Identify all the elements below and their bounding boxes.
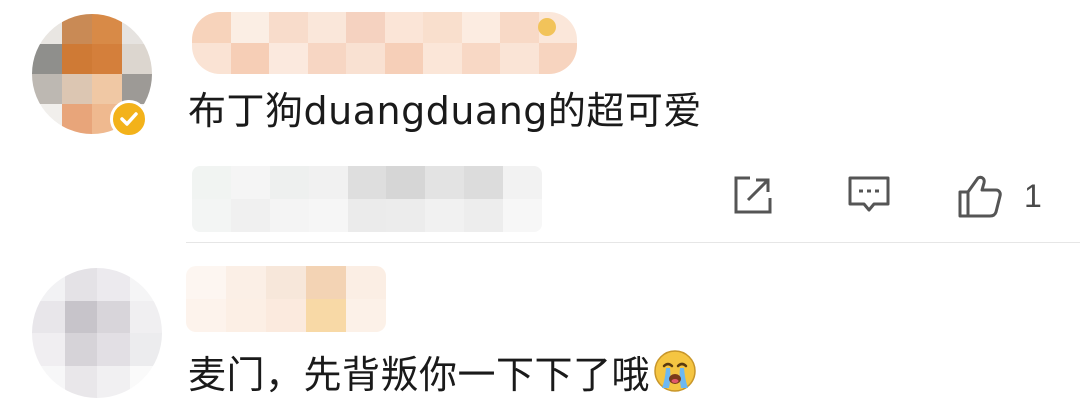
- avatar[interactable]: [32, 268, 162, 398]
- reply-icon: [848, 176, 890, 212]
- user-level-badge-icon: [538, 18, 556, 36]
- username[interactable]: [192, 12, 577, 74]
- thumbs-up-icon: [958, 175, 1002, 218]
- share-icon: [734, 176, 772, 214]
- reply-button[interactable]: [846, 172, 892, 218]
- comment-text-body: 麦门，先背叛你一下下了哦: [188, 353, 651, 397]
- username[interactable]: [186, 266, 386, 332]
- crying-face-emoji-icon: [652, 348, 698, 400]
- comment-text: 麦门，先背叛你一下下了哦: [188, 348, 698, 400]
- like-count: 1: [1024, 177, 1042, 214]
- comment-meta: [192, 166, 542, 232]
- verified-badge-icon: [110, 100, 148, 138]
- share-button[interactable]: [730, 172, 776, 218]
- divider: [186, 242, 1080, 243]
- comment-text: 布丁狗duangduang的超可爱: [188, 89, 702, 133]
- like-button[interactable]: 1: [956, 172, 1042, 220]
